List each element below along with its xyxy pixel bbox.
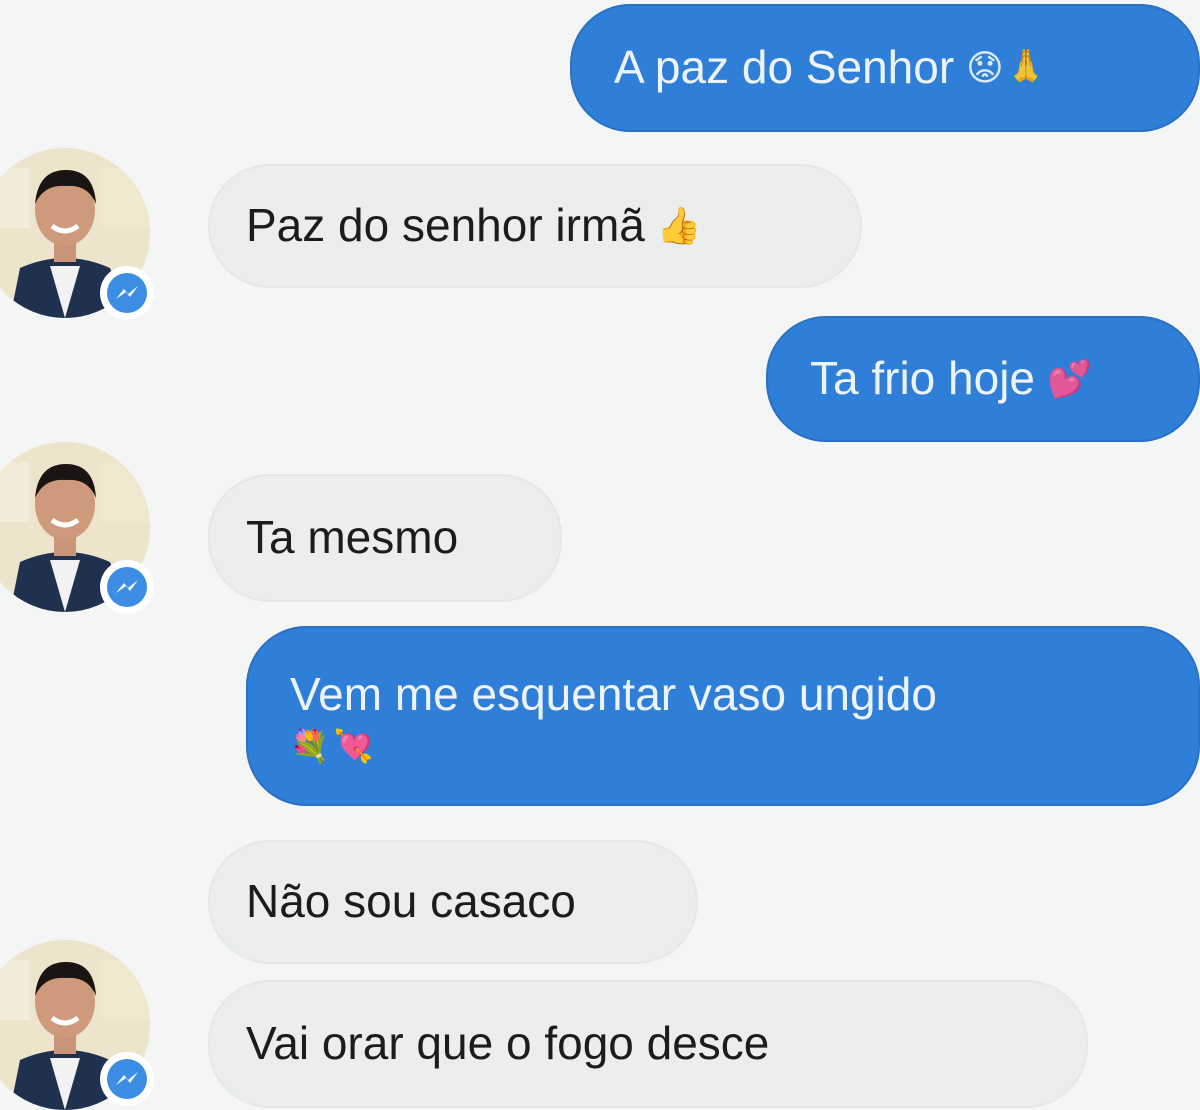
message-text: Vai orar que o fogo desce [246, 1017, 770, 1070]
contact-avatar[interactable] [0, 940, 170, 1110]
chat-thread: A paz do Senhor 😟🙏 Paz do senhor irmã 👍 … [0, 0, 1200, 1110]
thumbs-up-icon: 👍 [656, 205, 702, 247]
contact-avatar[interactable] [0, 148, 170, 320]
message-received[interactable]: Não sou casaco [210, 842, 696, 962]
two-hearts-icon: 💕 [1047, 358, 1092, 400]
message-sent[interactable]: A paz do Senhor 😟🙏 [570, 4, 1200, 132]
message-text: Não sou casaco [246, 875, 576, 928]
sad-face-praying-hands-icon: 😟🙏 [966, 47, 1049, 89]
message-sent[interactable]: Vem me esquentar vaso ungido 💐💘 [246, 626, 1200, 806]
messenger-badge-icon [100, 1052, 154, 1106]
message-text: A paz do Senhor [614, 41, 955, 94]
message-text: Paz do senhor irmã [246, 199, 645, 252]
message-received[interactable]: Ta mesmo [210, 476, 560, 600]
messenger-badge-icon [100, 560, 154, 614]
message-sent[interactable]: Ta frio hoje 💕 [766, 316, 1200, 442]
message-received[interactable]: Paz do senhor irmã 👍 [210, 166, 860, 286]
message-received[interactable]: Vai orar que o fogo desce [210, 982, 1086, 1106]
message-text: Ta mesmo [246, 511, 459, 564]
contact-avatar[interactable] [0, 442, 170, 614]
messenger-badge-icon [100, 266, 154, 320]
message-text: Vem me esquentar vaso ungido [290, 668, 937, 721]
flowers-hearts-icon: 💐💘 [290, 726, 378, 765]
message-text: Ta frio hoje [810, 352, 1036, 405]
